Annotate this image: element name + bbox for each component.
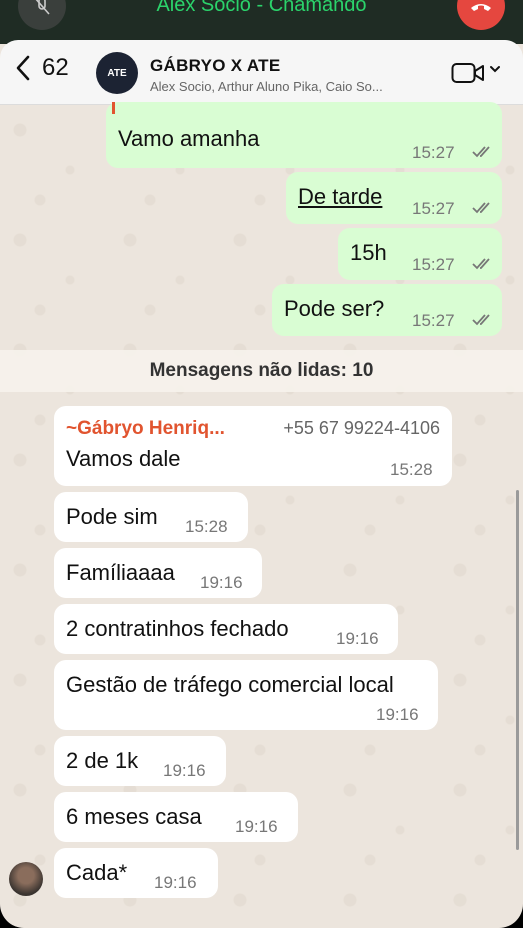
group-avatar-label: ATE <box>107 67 127 79</box>
message-outgoing[interactable]: 15h 15:27 <box>338 228 502 280</box>
message-time: 19:16 <box>336 629 379 648</box>
message-outgoing[interactable]: Vamo amanha 15:27 <box>106 102 502 168</box>
message-time: 19:16 <box>376 705 419 724</box>
double-check-icon <box>472 314 490 326</box>
message-text: Pode ser? <box>284 296 385 321</box>
message-time: 15:28 <box>185 517 228 536</box>
chat-header: 62 ATE GÁBRYO X ATE Alex Socio, Arthur A… <box>0 40 523 105</box>
message-incoming[interactable]: Famíliaaaa 19:16 <box>54 548 262 598</box>
message-incoming[interactable]: Gestão de tráfego comercial local 19:16 <box>54 660 438 730</box>
message-incoming[interactable]: Pode sim 15:28 <box>54 492 248 542</box>
sender-avatar[interactable] <box>9 862 43 896</box>
message-text: Gestão de tráfego comercial local <box>66 672 394 697</box>
chat-screen: Alex Socio - Chamando 62 ATE GÁBRYO X AT… <box>0 0 523 928</box>
message-text: Vamos dale <box>66 446 181 471</box>
message-time: 19:16 <box>200 573 243 592</box>
message-time: 19:16 <box>163 761 206 780</box>
message-incoming[interactable]: 2 contratinhos fechado 19:16 <box>54 604 398 654</box>
message-outgoing[interactable]: De tarde 15:27 <box>286 172 502 224</box>
call-bar[interactable]: Alex Socio - Chamando <box>0 0 523 44</box>
group-avatar[interactable]: ATE <box>96 52 138 94</box>
double-check-icon <box>472 146 490 158</box>
double-check-icon <box>472 258 490 270</box>
message-time: 15:27 <box>412 143 455 162</box>
back-button[interactable]: 62 <box>14 54 69 82</box>
message-text: 2 de 1k <box>66 748 139 773</box>
message-text: Vamo amanha <box>118 126 260 151</box>
unread-chats-count: 62 <box>42 54 69 81</box>
end-call-icon[interactable] <box>457 0 505 30</box>
message-text: 2 contratinhos fechado <box>66 616 289 641</box>
message-time: 15:28 <box>390 460 433 479</box>
message-text: 6 meses casa <box>66 804 202 829</box>
message-text: Pode sim <box>66 504 158 529</box>
message-text: Famíliaaaa <box>66 560 175 585</box>
chevron-down-icon[interactable] <box>489 64 501 74</box>
message-text: Cada* <box>66 860 128 885</box>
unread-divider: Mensagens não lidas: 10 <box>0 350 523 392</box>
scrollbar[interactable] <box>516 490 519 850</box>
back-chevron-icon <box>16 55 30 81</box>
message-text: De tarde <box>298 184 383 209</box>
message-incoming[interactable]: Cada* 19:16 <box>54 848 218 898</box>
video-call-icon[interactable] <box>451 62 485 84</box>
message-text: 15h <box>350 240 387 265</box>
reply-marker <box>112 102 115 114</box>
call-status: Alex Socio - Chamando <box>156 0 367 16</box>
group-members[interactable]: Alex Socio, Arthur Aluno Pika, Caio So..… <box>150 79 420 94</box>
message-incoming[interactable]: 6 meses casa 19:16 <box>54 792 298 842</box>
sender-phone[interactable]: +55 67 99224-4106 <box>283 418 440 439</box>
message-time: 19:16 <box>154 873 197 892</box>
group-title[interactable]: GÁBRYO X ATE <box>150 56 280 76</box>
message-time: 15:27 <box>412 255 455 274</box>
message-time: 15:27 <box>412 199 455 218</box>
sender-name[interactable]: ~Gábryo Henriq... <box>66 418 225 440</box>
double-check-icon <box>472 202 490 214</box>
message-time: 19:16 <box>235 817 278 836</box>
message-incoming[interactable]: 2 de 1k 19:16 <box>54 736 226 786</box>
message-time: 15:27 <box>412 311 455 330</box>
message-outgoing[interactable]: Pode ser? 15:27 <box>272 284 502 336</box>
message-incoming[interactable]: ~Gábryo Henriq... +55 67 99224-4106 Vamo… <box>54 406 452 486</box>
